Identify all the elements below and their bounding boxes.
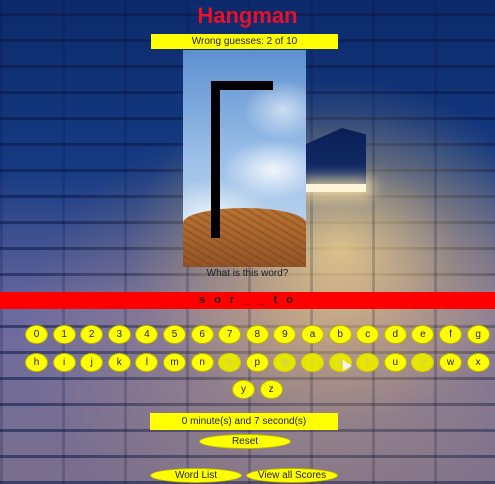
key-t: t bbox=[356, 353, 380, 372]
word-display: s o r _ _ t o bbox=[0, 292, 495, 309]
wall-lamp bbox=[306, 128, 366, 192]
reset-button[interactable]: Reset bbox=[199, 434, 291, 449]
key-9[interactable]: 9 bbox=[273, 325, 297, 344]
ground bbox=[183, 208, 306, 267]
key-l[interactable]: l bbox=[135, 353, 159, 372]
key-6[interactable]: 6 bbox=[190, 325, 214, 344]
key-8[interactable]: 8 bbox=[245, 325, 269, 344]
key-0[interactable]: 0 bbox=[25, 325, 48, 344]
key-f[interactable]: f bbox=[439, 325, 462, 344]
key-i[interactable]: i bbox=[52, 353, 76, 372]
key-n[interactable]: n bbox=[190, 353, 214, 372]
word-prompt: What is this word? bbox=[206, 268, 289, 279]
key-a[interactable]: a bbox=[301, 325, 324, 344]
key-z[interactable]: z bbox=[259, 380, 283, 399]
key-7[interactable]: 7 bbox=[218, 325, 242, 344]
key-v: v bbox=[411, 353, 435, 372]
lamp-glow bbox=[306, 184, 366, 192]
key-y[interactable]: y bbox=[232, 380, 255, 399]
key-c[interactable]: c bbox=[356, 325, 380, 344]
view-scores-button[interactable]: View all Scores bbox=[246, 468, 338, 483]
key-k[interactable]: k bbox=[107, 353, 131, 372]
gallows-post bbox=[211, 81, 220, 238]
key-e[interactable]: e bbox=[411, 325, 435, 344]
key-3[interactable]: 3 bbox=[107, 325, 131, 344]
key-q: q bbox=[273, 353, 297, 372]
key-g[interactable]: g bbox=[466, 325, 490, 344]
key-4[interactable]: 4 bbox=[135, 325, 159, 344]
game-title: Hangman bbox=[197, 3, 298, 28]
key-o: o bbox=[218, 353, 242, 372]
key-u[interactable]: u bbox=[383, 353, 407, 372]
key-1[interactable]: 1 bbox=[52, 325, 76, 344]
key-p[interactable]: p bbox=[245, 353, 269, 372]
key-b[interactable]: b bbox=[328, 325, 352, 344]
key-h[interactable]: h bbox=[25, 353, 48, 372]
key-w[interactable]: w bbox=[439, 353, 462, 372]
word-list-button[interactable]: Word List bbox=[150, 468, 242, 483]
key-d[interactable]: d bbox=[383, 325, 407, 344]
elapsed-timer: 0 minute(s) and 7 second(s) bbox=[150, 413, 338, 430]
wrong-guesses-counter: Wrong guesses: 2 of 10 bbox=[151, 34, 338, 49]
key-j[interactable]: j bbox=[80, 353, 104, 372]
key-2[interactable]: 2 bbox=[80, 325, 104, 344]
key-5[interactable]: 5 bbox=[163, 325, 186, 344]
key-m[interactable]: m bbox=[163, 353, 186, 372]
key-r: r bbox=[301, 353, 324, 372]
gallows-scene bbox=[183, 50, 306, 267]
gallows-beam bbox=[211, 81, 273, 90]
key-x[interactable]: x bbox=[466, 353, 490, 372]
